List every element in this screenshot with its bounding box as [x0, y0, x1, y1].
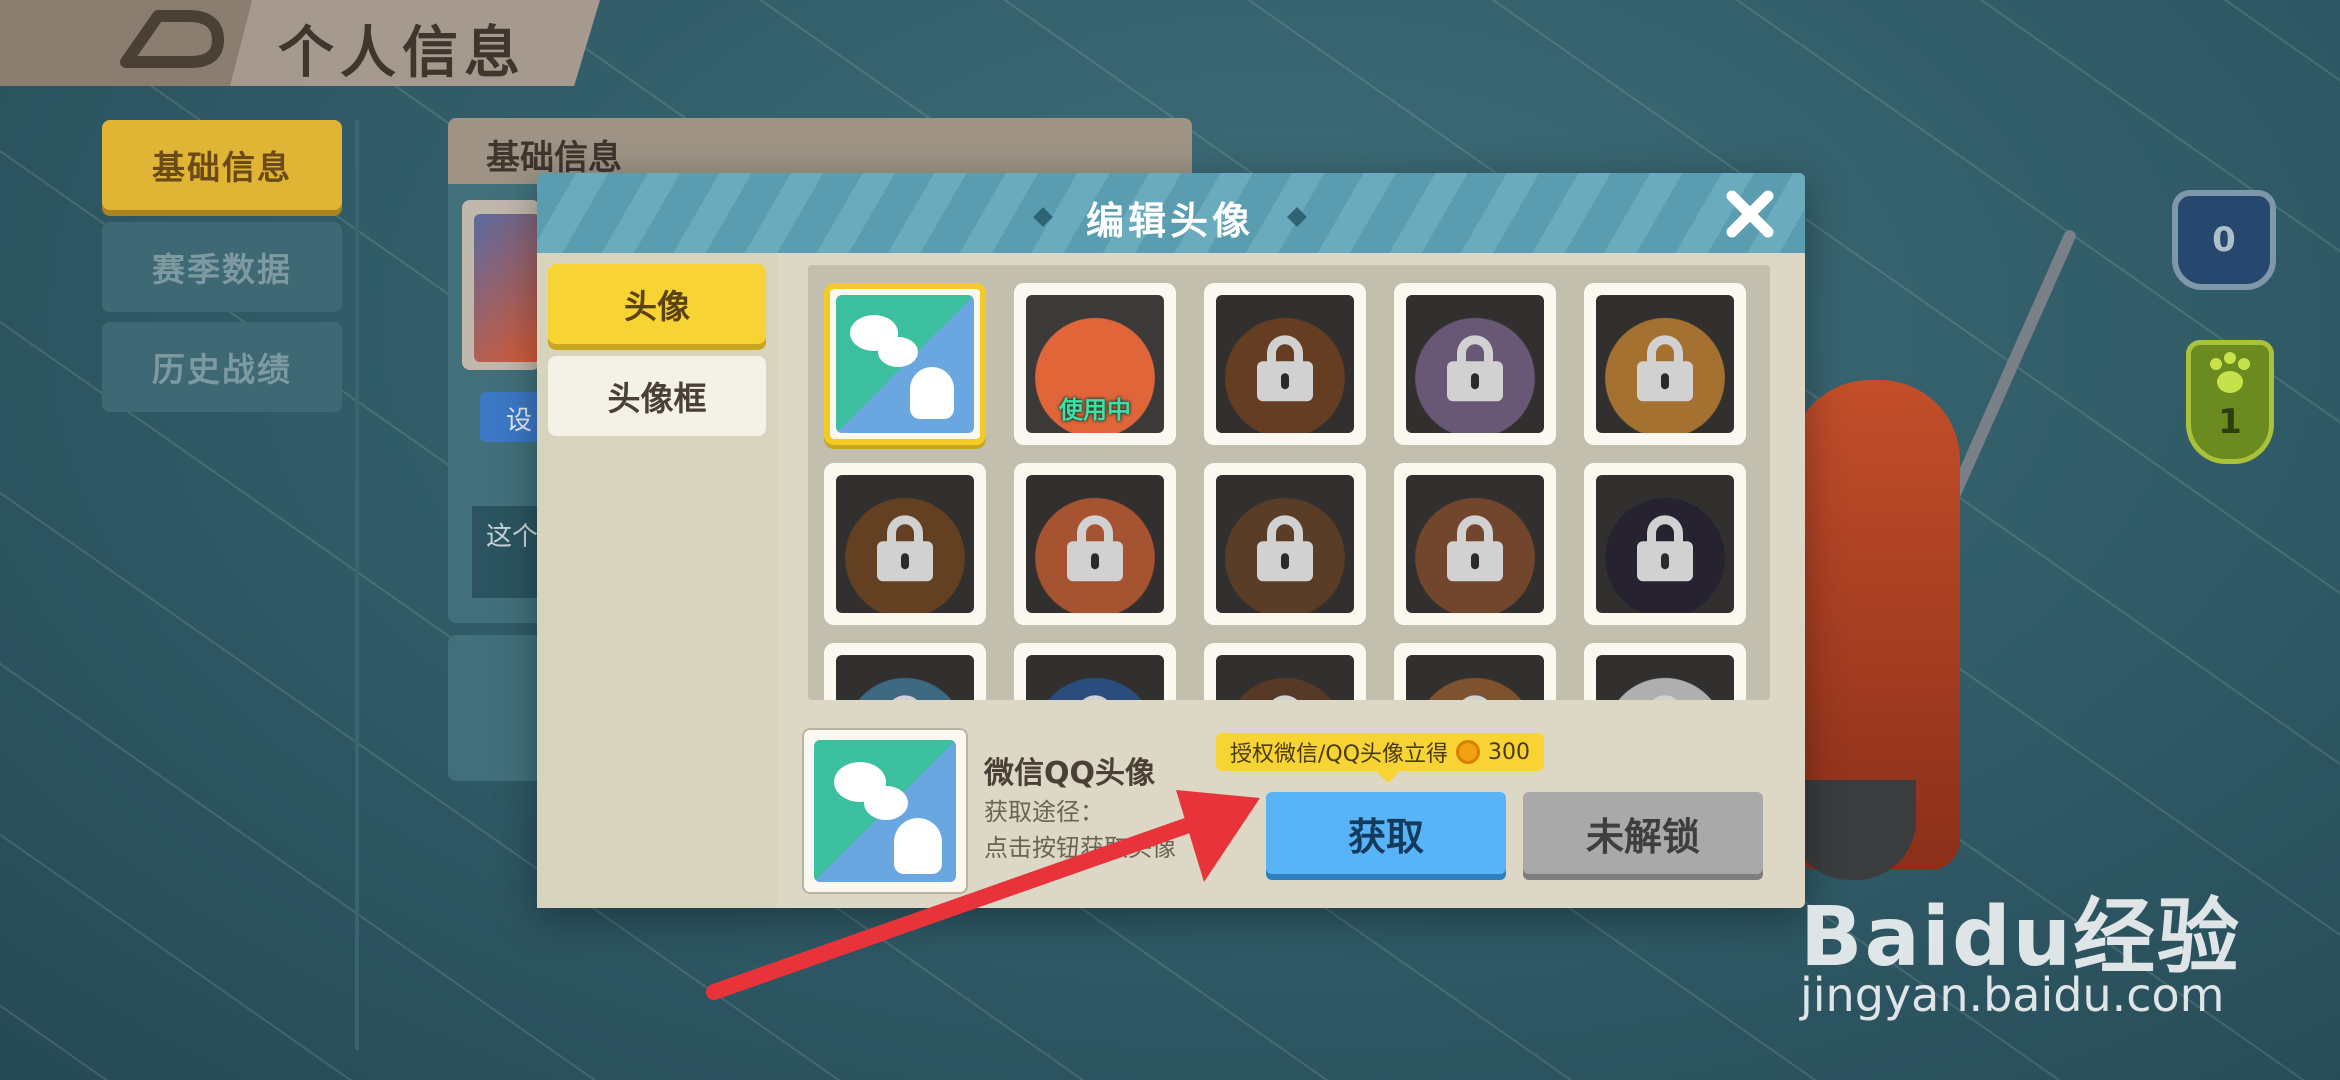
- in-use-badge: 使用中: [1059, 396, 1131, 424]
- lock-icon: [1447, 335, 1503, 402]
- lock-icon: [1637, 335, 1693, 402]
- avatar-image: [1216, 655, 1354, 700]
- info-text-box: 这个: [472, 506, 540, 598]
- avatar-cell-dog[interactable]: [1204, 463, 1366, 625]
- avatar-cell-bird[interactable]: [1014, 643, 1176, 700]
- shield-count: 0: [2212, 220, 2236, 260]
- avatar-cell-rabbit[interactable]: [1394, 463, 1556, 625]
- lock-icon: [1637, 695, 1693, 700]
- avatar-image: [1026, 475, 1164, 613]
- avatar-cell-bear-2[interactable]: [1204, 643, 1366, 700]
- avatar-image: [1026, 655, 1164, 700]
- reward-amount: 300: [1488, 739, 1531, 765]
- coin-icon: [1456, 740, 1481, 764]
- lock-icon: [1067, 515, 1123, 582]
- sidebar-item-season-data[interactable]: 赛季数据: [102, 222, 342, 312]
- info-avatar: [474, 214, 540, 362]
- back-arrow-icon[interactable]: [118, 10, 228, 68]
- lock-icon: [1447, 695, 1503, 700]
- avatar-image: [1596, 295, 1734, 433]
- avatar-cell-tiger[interactable]: [1584, 283, 1746, 445]
- lock-icon: [1067, 695, 1123, 700]
- avatar-image: [1406, 655, 1544, 700]
- dialog-title: 编辑头像: [1085, 199, 1254, 243]
- avatar-image: [1216, 475, 1354, 613]
- get-button[interactable]: 获取: [1266, 792, 1506, 874]
- lock-icon: [1447, 515, 1503, 582]
- avatar-image: [1216, 295, 1354, 433]
- avatar-cell-deer[interactable]: [824, 463, 986, 625]
- paw-icon: [2204, 348, 2256, 400]
- paw-count: 1: [2218, 402, 2242, 442]
- lock-icon: [877, 515, 933, 582]
- avatar-grid: 使用中: [808, 265, 1770, 700]
- lock-icon: [877, 695, 933, 700]
- close-icon[interactable]: [1724, 188, 1776, 240]
- avatar-image: [836, 475, 974, 613]
- avatar-cell-fox-cat[interactable]: [1014, 463, 1176, 625]
- reward-tooltip: 授权微信/QQ头像立得 300: [1216, 733, 1545, 783]
- avatar-cell-dark-cat[interactable]: [1584, 463, 1746, 625]
- sidebar-divider: [355, 120, 359, 1050]
- tab-avatar-frame[interactable]: 头像框: [548, 356, 766, 436]
- tab-avatar[interactable]: 头像: [548, 264, 766, 344]
- watermark-url: jingyan.baidu.com: [1800, 968, 2225, 1022]
- lock-icon: [1257, 695, 1313, 700]
- shield-badge: 0: [2172, 190, 2276, 290]
- avatar-image: [1406, 295, 1544, 433]
- sidebar-item-history[interactable]: 历史战绩: [102, 322, 342, 412]
- avatar-image: 使用中: [1026, 295, 1164, 433]
- avatar-cell-rooster[interactable]: [1584, 643, 1746, 700]
- avatar-cell-bear[interactable]: [1204, 283, 1366, 445]
- sidebar-item-basic-info[interactable]: 基础信息: [102, 120, 342, 210]
- info-panel-title: 基础信息: [486, 138, 622, 178]
- page-title: 个人信息: [278, 21, 526, 86]
- avatar-cell-wechat-qq[interactable]: [824, 283, 986, 445]
- avatar-cell-shark[interactable]: [824, 643, 986, 700]
- info-set-button[interactable]: 设: [480, 392, 540, 442]
- avatar-image: [1406, 475, 1544, 613]
- avatar-image: [836, 295, 974, 433]
- avatar-image: [836, 655, 974, 700]
- lock-icon: [1257, 515, 1313, 582]
- lock-icon: [1257, 335, 1313, 402]
- avatar-cell-hamster[interactable]: [1394, 643, 1556, 700]
- wechat-icon-secondary: [878, 337, 918, 367]
- lock-icon: [1637, 515, 1693, 582]
- reward-tooltip-text: 授权微信/QQ头像立得: [1230, 742, 1449, 767]
- locked-button[interactable]: 未解锁: [1523, 792, 1763, 874]
- red-arrow-icon: [706, 790, 1260, 1000]
- avatar-cell-fox[interactable]: 使用中: [1014, 283, 1176, 445]
- avatar-image: [1596, 475, 1734, 613]
- avatar-cell-cat-purple[interactable]: [1394, 283, 1556, 445]
- info-set-button-label: 设: [506, 406, 533, 436]
- avatar-image: [1596, 655, 1734, 700]
- qq-icon: [910, 367, 954, 419]
